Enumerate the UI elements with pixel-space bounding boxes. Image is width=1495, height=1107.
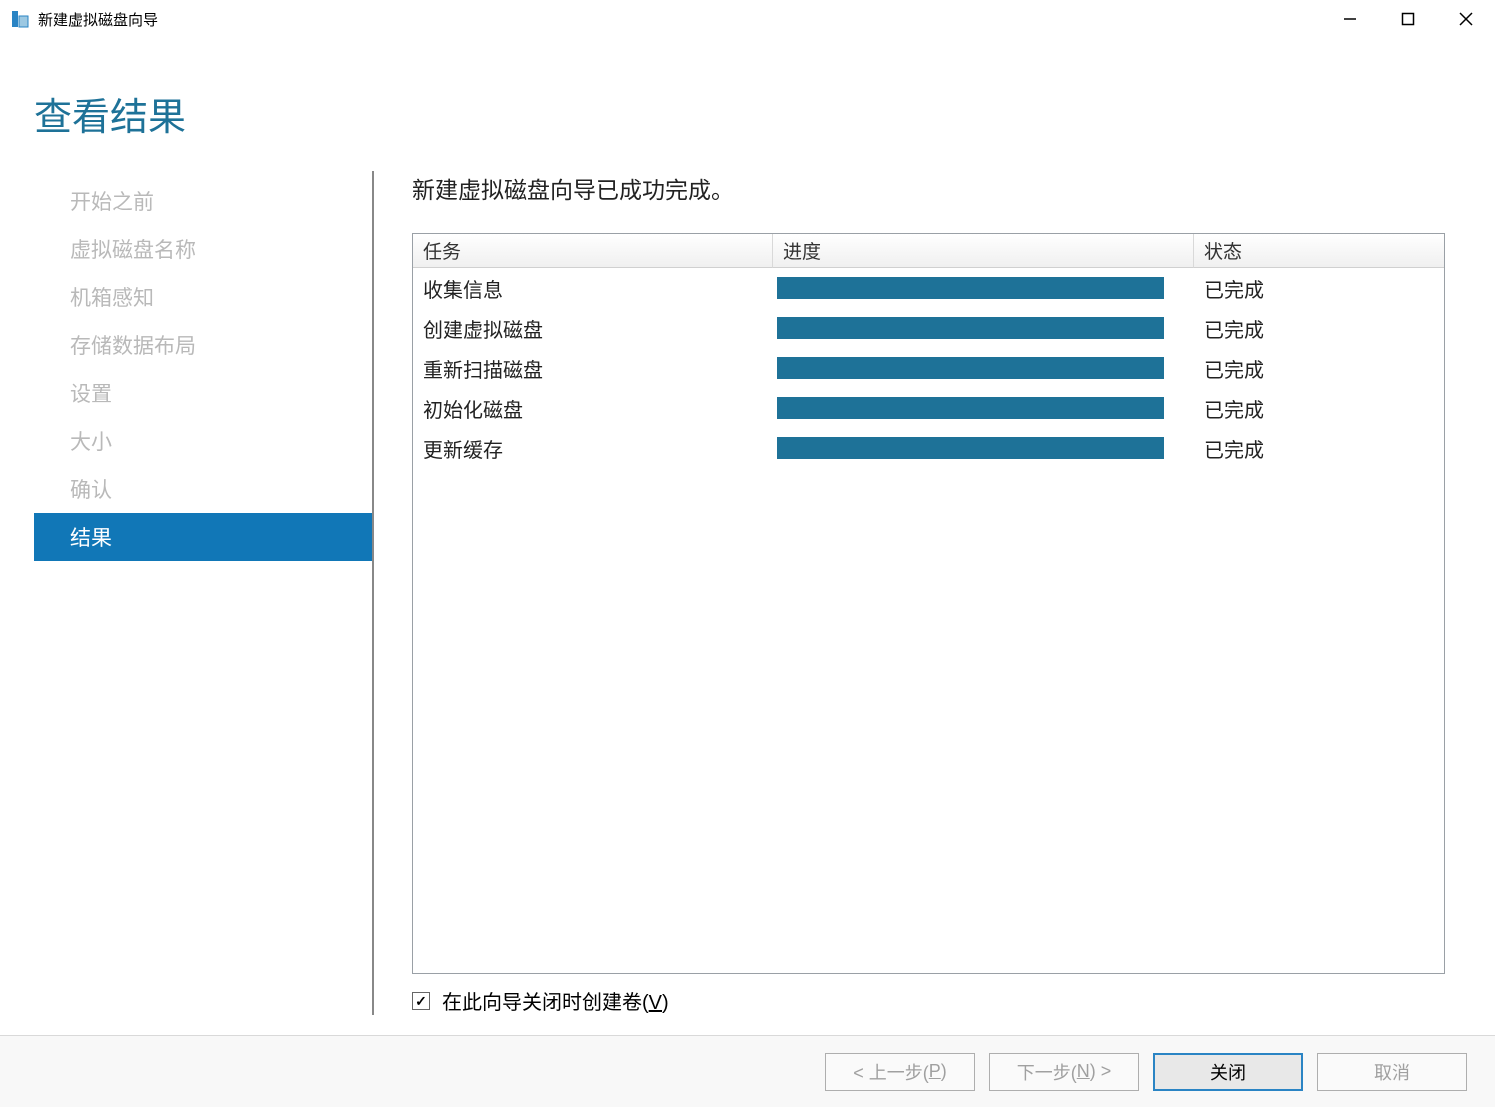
window-controls (1321, 0, 1495, 38)
task-progress (773, 437, 1194, 459)
task-name: 更新缓存 (413, 434, 773, 463)
sidebar-item-results[interactable]: 结果 (34, 513, 372, 561)
sidebar-item-label: 大小 (70, 426, 112, 456)
column-header-status[interactable]: 状态 (1194, 234, 1444, 268)
close-wizard-button[interactable]: 关闭 (1153, 1053, 1303, 1091)
minimize-button[interactable] (1321, 0, 1379, 38)
task-status: 已完成 (1194, 314, 1444, 343)
task-progress (773, 357, 1194, 379)
sidebar-item-label: 存储数据布局 (70, 330, 196, 360)
sidebar-item-label: 结果 (70, 522, 112, 552)
wizard-steps-sidebar: 开始之前 虚拟磁盘名称 机箱感知 存储数据布局 设置 大小 确认 结果 (34, 171, 374, 1015)
table-body: 收集信息 已完成 创建虚拟磁盘 已完成 重新扫描磁盘 已完成 (413, 268, 1444, 973)
sidebar-item-before-start[interactable]: 开始之前 (34, 177, 372, 225)
app-icon (10, 9, 30, 29)
table-row[interactable]: 重新扫描磁盘 已完成 (413, 348, 1444, 388)
create-volume-checkbox-row[interactable]: 在此向导关闭时创建卷(V) (412, 986, 1445, 1015)
sidebar-item-label: 确认 (70, 474, 112, 504)
sidebar-item-confirm[interactable]: 确认 (34, 465, 372, 513)
sidebar-item-settings[interactable]: 设置 (34, 369, 372, 417)
cancel-button: 取消 (1317, 1053, 1467, 1091)
checkbox-label: 在此向导关闭时创建卷(V) (442, 986, 669, 1015)
column-header-progress[interactable]: 进度 (773, 234, 1194, 268)
sidebar-item-size[interactable]: 大小 (34, 417, 372, 465)
task-name: 重新扫描磁盘 (413, 354, 773, 383)
table-row[interactable]: 创建虚拟磁盘 已完成 (413, 308, 1444, 348)
content-area: 查看结果 开始之前 虚拟磁盘名称 机箱感知 存储数据布局 设置 大小 确认 结果… (0, 38, 1495, 1035)
window-title: 新建虚拟磁盘向导 (38, 9, 158, 30)
sidebar-item-label: 设置 (70, 378, 112, 408)
task-status: 已完成 (1194, 354, 1444, 383)
sidebar-item-disk-name[interactable]: 虚拟磁盘名称 (34, 225, 372, 273)
task-status: 已完成 (1194, 394, 1444, 423)
column-header-task[interactable]: 任务 (413, 234, 773, 268)
task-name: 初始化磁盘 (413, 394, 773, 423)
progress-bar (777, 397, 1164, 419)
wizard-footer: < 上一步(P) 下一步(N) > 关闭 取消 (0, 1035, 1495, 1107)
progress-bar (777, 317, 1164, 339)
sidebar-item-label: 机箱感知 (70, 282, 154, 312)
task-name: 收集信息 (413, 274, 773, 303)
table-row[interactable]: 更新缓存 已完成 (413, 428, 1444, 468)
task-name: 创建虚拟磁盘 (413, 314, 773, 343)
task-progress (773, 397, 1194, 419)
table-row[interactable]: 收集信息 已完成 (413, 268, 1444, 308)
results-panel: 新建虚拟磁盘向导已成功完成。 任务 进度 状态 收集信息 已完成 创建虚拟磁盘 (374, 171, 1445, 1015)
previous-button: < 上一步(P) (825, 1053, 975, 1091)
task-status: 已完成 (1194, 434, 1444, 463)
sidebar-item-label: 开始之前 (70, 186, 154, 216)
sidebar-item-enclosure[interactable]: 机箱感知 (34, 273, 372, 321)
close-button[interactable] (1437, 0, 1495, 38)
progress-bar (777, 437, 1164, 459)
task-status: 已完成 (1194, 274, 1444, 303)
completion-message: 新建虚拟磁盘向导已成功完成。 (412, 171, 1445, 205)
table-header: 任务 进度 状态 (413, 234, 1444, 268)
titlebar: 新建虚拟磁盘向导 (0, 0, 1495, 38)
sidebar-item-label: 虚拟磁盘名称 (70, 234, 196, 264)
page-title: 查看结果 (0, 38, 1495, 171)
table-row[interactable]: 初始化磁盘 已完成 (413, 388, 1444, 428)
sidebar-item-layout[interactable]: 存储数据布局 (34, 321, 372, 369)
task-table: 任务 进度 状态 收集信息 已完成 创建虚拟磁盘 已完成 (412, 233, 1445, 974)
maximize-button[interactable] (1379, 0, 1437, 38)
progress-bar (777, 357, 1164, 379)
task-progress (773, 277, 1194, 299)
checkbox-icon[interactable] (412, 992, 430, 1010)
progress-bar (777, 277, 1164, 299)
task-progress (773, 317, 1194, 339)
next-button: 下一步(N) > (989, 1053, 1139, 1091)
